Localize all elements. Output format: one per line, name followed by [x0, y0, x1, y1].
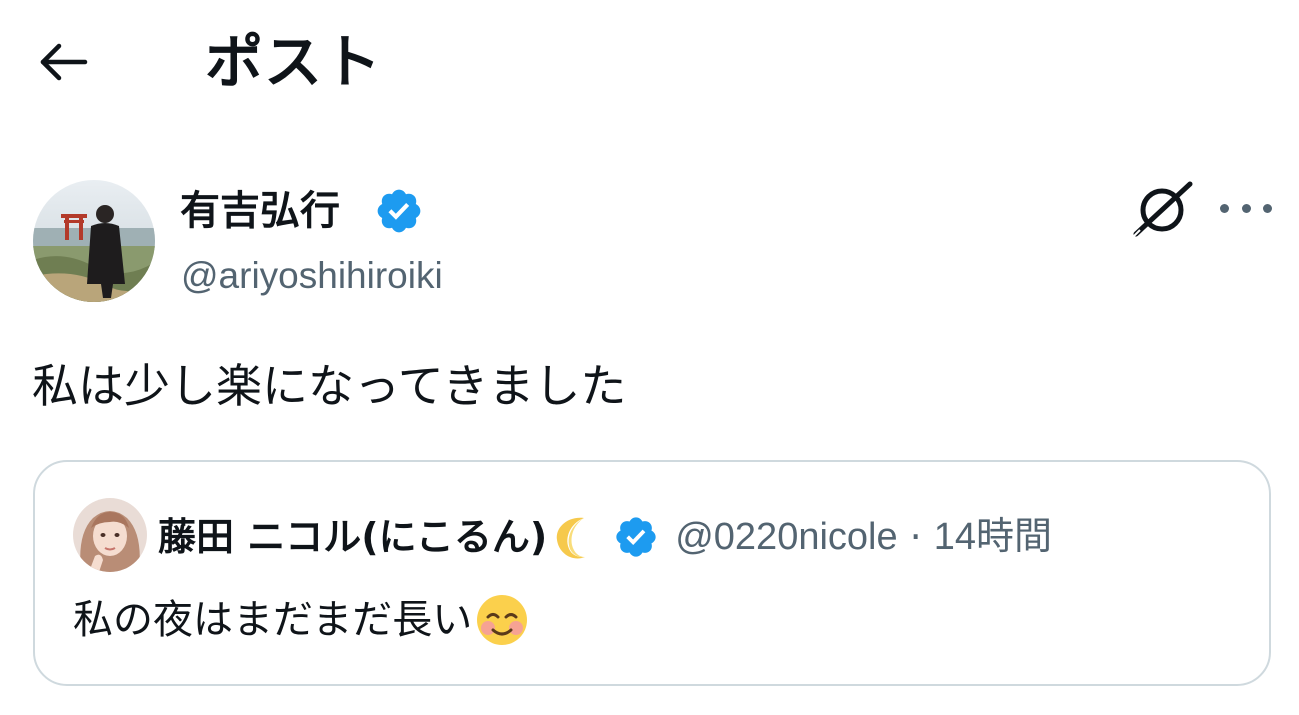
verified-badge-icon: [377, 189, 421, 233]
quoted-post-text: 私の夜はまだまだ長い: [73, 597, 473, 643]
arrow-left-icon: [40, 43, 88, 81]
grok-button[interactable]: [1132, 180, 1194, 238]
post-detail-page: ポスト 有吉弘行 @ariyoshihiroiki 私は少し楽になってきました …: [0, 0, 1299, 715]
page-title: ポスト: [205, 28, 383, 96]
more-dot: [1241, 203, 1251, 213]
quoted-post-text-row: 私の夜はまだまだ長い: [73, 590, 530, 650]
quoted-author-name[interactable]: 藤田 ニコル(にこるん): [158, 509, 547, 565]
quoted-post-card[interactable]: 藤田 ニコル(にこるん) @0220nicole · 14時間 私の夜はまだまだ…: [33, 460, 1271, 686]
smiling-face-emoji: [477, 595, 528, 645]
quoted-verified-badge-icon: [616, 517, 656, 557]
author-avatar[interactable]: [33, 180, 155, 302]
top-bar: ポスト: [0, 0, 1299, 120]
avatar-photo: [33, 180, 155, 302]
more-options-button[interactable]: [1220, 188, 1272, 228]
quoted-avatar-photo: [73, 498, 147, 572]
quoted-author-avatar[interactable]: [73, 498, 147, 572]
back-button[interactable]: [36, 38, 92, 86]
more-dot: [1263, 203, 1272, 213]
quoted-post-header: 藤田 ニコル(にこるん) @0220nicole · 14時間: [158, 507, 1052, 567]
author-name[interactable]: 有吉弘行: [180, 183, 340, 239]
quoted-post-timestamp[interactable]: 14時間: [934, 509, 1052, 565]
author-handle[interactable]: @ariyoshihiroiki: [181, 250, 443, 302]
grok-icon: [1133, 181, 1193, 237]
meta-separator: ·: [909, 515, 922, 559]
quoted-author-handle[interactable]: @0220nicole: [675, 509, 897, 565]
more-horizontal-icon: [1220, 203, 1229, 213]
crescent-moon-emoji: [557, 517, 586, 559]
post-text: 私は少し楽になってきました: [32, 359, 627, 413]
